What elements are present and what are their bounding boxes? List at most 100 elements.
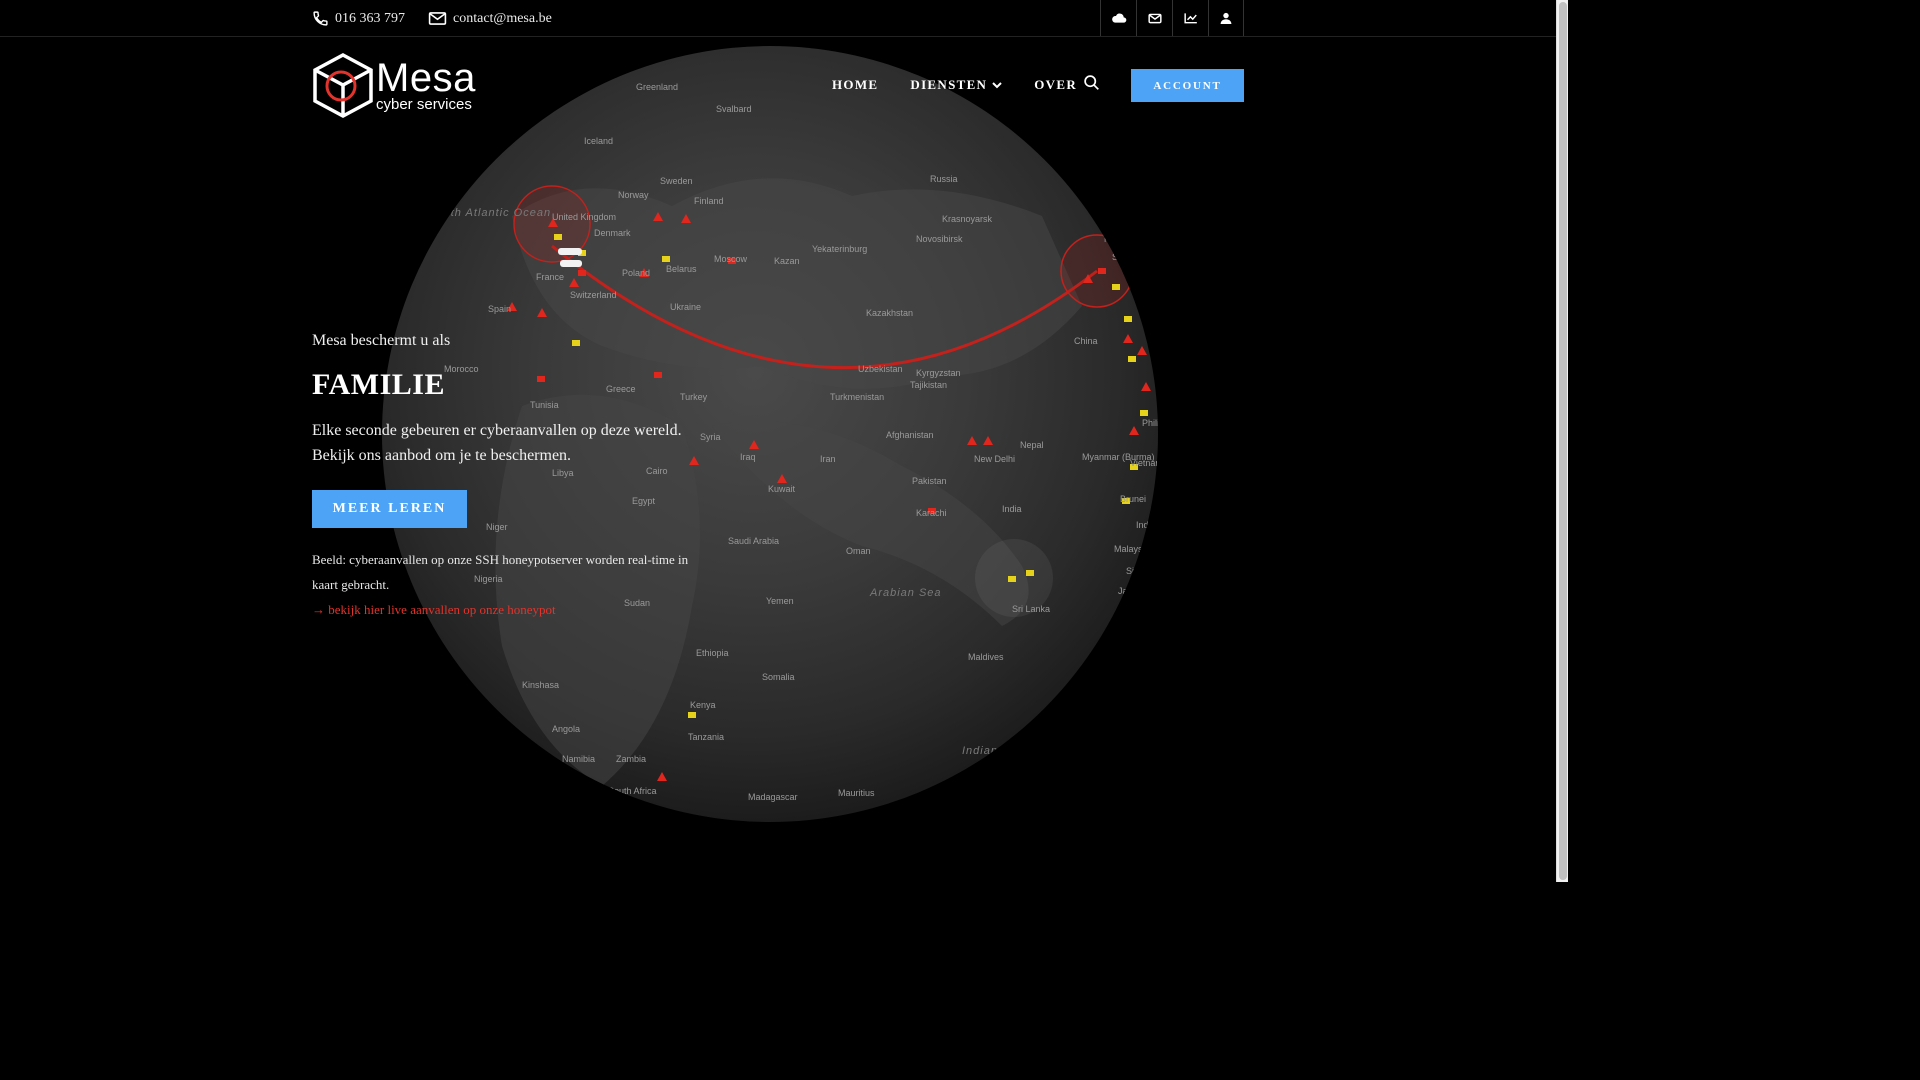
map-label: Karachi [916, 508, 947, 518]
chart-icon [1183, 13, 1197, 24]
map-label: Maldives [968, 652, 1004, 662]
map-label: Kenya [690, 700, 716, 710]
logo-subtitle: cyber services [376, 95, 472, 113]
map-label: Sweden [660, 176, 693, 186]
email-address: contact@mesa.be [453, 10, 552, 26]
map-label: Kazakhstan [866, 308, 913, 318]
map-label: Turkmenistan [830, 392, 884, 402]
map-label: Iceland [584, 136, 613, 146]
map-label: Tanzania [688, 732, 724, 742]
honeypot-live-link[interactable]: → bekijk hier live aanvallen op onze hon… [312, 597, 712, 622]
nav-item-label: DIENSTEN [910, 77, 988, 92]
phone-icon [313, 11, 328, 26]
mail-button[interactable] [1136, 0, 1172, 36]
map-label: Iraq [740, 452, 756, 462]
map-label: Nepal [1020, 440, 1044, 450]
map-label: Belarus [666, 264, 697, 274]
map-label: Singapore [1126, 566, 1158, 576]
map-label: North Korea [1104, 234, 1153, 244]
map-label: China [1074, 336, 1098, 346]
user-button[interactable] [1208, 0, 1244, 36]
search-icon [1084, 75, 1099, 90]
map-ocean-label: Indian Ocean [962, 745, 1039, 757]
map-label: Namibia [562, 754, 595, 764]
map-label: Iran [820, 454, 836, 464]
nav-item-over[interactable]: OVER [1034, 77, 1077, 93]
user-icon [1220, 12, 1232, 24]
mail-icon [428, 12, 447, 25]
map-label: Kyrgyzstan [916, 368, 961, 378]
map-label: Tajikistan [910, 380, 947, 390]
map-label: Jakarta [1118, 586, 1148, 596]
map-label: Pakistan [912, 476, 947, 486]
nav-item-diensten[interactable]: DIENSTEN [910, 77, 1002, 93]
map-label: India [1002, 504, 1022, 514]
hero-description: Elke seconde gebeuren er cyberaanvallen … [312, 422, 682, 464]
nav-item-home[interactable]: HOME [832, 77, 878, 93]
image-caption: Beeld: cyberaanvallen op onze SSH honeyp… [312, 552, 689, 592]
map-label: Norway [618, 190, 649, 200]
map-label: Moscow [714, 254, 748, 264]
hero-section: Mesa beschermt u als FAMILIE Elke second… [312, 332, 712, 622]
map-label: Yekaterinburg [812, 244, 867, 254]
chevron-down-icon [992, 82, 1002, 89]
map-label: Sri Lanka [1012, 604, 1050, 614]
map-label: Somalia [762, 672, 795, 682]
scrollbar[interactable] [1556, 0, 1568, 882]
nav-item-label: OVER [1034, 77, 1078, 92]
site-logo[interactable]: Mesa cyber services [312, 53, 476, 118]
map-label: Switzerland [570, 290, 617, 300]
map-label: United Kingdom [552, 212, 616, 222]
map-label: Brunei [1120, 494, 1146, 504]
phone-contact[interactable]: 016 363 797 [312, 10, 405, 27]
map-label: Mauritius [838, 788, 875, 798]
map-label: Yemen [766, 596, 794, 606]
map-label: Indonesia [1136, 520, 1158, 530]
hero-intro: Mesa beschermt u als [312, 332, 451, 349]
map-label: Ethiopia [696, 648, 729, 658]
cloud-icon [1111, 13, 1126, 23]
map-label: South Africa [608, 786, 657, 796]
account-button[interactable]: ACCOUNT [1131, 69, 1244, 102]
map-label: Vietnam [1130, 458, 1158, 468]
map-label: Afghanistan [886, 430, 934, 440]
map-ocean-label: North Atlantic Ocean [430, 207, 551, 219]
stats-button[interactable] [1172, 0, 1208, 36]
logo-title: Mesa [376, 55, 476, 100]
mail-icon [1147, 13, 1162, 23]
map-label: Uzbekistan [858, 364, 903, 374]
map-label: France [536, 272, 564, 282]
map-label: Spain [488, 304, 511, 314]
map-label: South Korea [1112, 252, 1158, 262]
map-label: Kazan [774, 256, 800, 266]
map-label: Russia [930, 174, 958, 184]
map-label: Denmark [594, 228, 631, 238]
map-label: Madagascar [748, 792, 798, 802]
map-label: Malaysia [1114, 544, 1150, 554]
map-label: Saudi Arabia [728, 536, 779, 546]
cloud-button[interactable] [1100, 0, 1136, 36]
topbar-icon-group [1100, 0, 1244, 36]
map-label: New Delhi [974, 454, 1015, 464]
nav-item-label: HOME [832, 77, 879, 92]
map-label: Philippines [1142, 418, 1158, 428]
map-label: Oman [846, 546, 871, 556]
mesa-cube-logo-icon [313, 53, 373, 118]
meer-leren-button[interactable]: MEER LEREN [312, 490, 467, 528]
scrollbar-thumb[interactable] [1559, 2, 1567, 880]
map-label: Novosibirsk [916, 234, 963, 244]
map-ocean-label: Arabian Sea [869, 587, 942, 599]
map-label: Angola [552, 724, 580, 734]
top-bar: 016 363 797 contact@mesa.be [0, 0, 1556, 37]
map-label: Finland [694, 196, 724, 206]
map-label: Kuwait [768, 484, 796, 494]
main-nav: HOME DIENSTEN OVER [832, 77, 1109, 93]
map-label: Kinshasa [522, 680, 559, 690]
map-label: Ukraine [670, 302, 701, 312]
email-contact[interactable]: contact@mesa.be [428, 10, 552, 27]
map-label: Zambia [616, 754, 646, 764]
map-label: Krasnoyarsk [942, 214, 993, 224]
search-button[interactable] [1083, 74, 1100, 96]
map-label: Greenland [636, 82, 678, 92]
hero-title: FAMILIE [312, 368, 445, 401]
